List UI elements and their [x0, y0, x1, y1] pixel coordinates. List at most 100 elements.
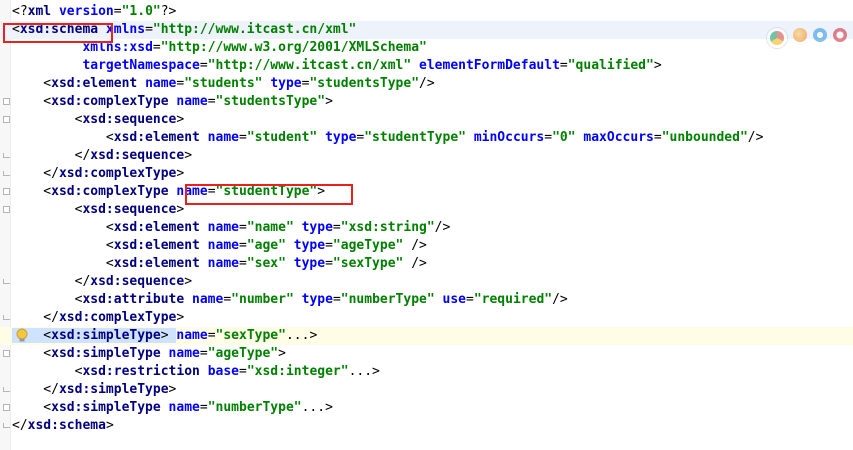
code-line[interactable]: <xsd:simpleType name="numberType"...> [0, 399, 853, 417]
code-token: "ageType" [207, 346, 279, 361]
code-token: xsd:simpleType [51, 346, 169, 361]
code-line[interactable]: <xsd:complexType name="studentsType"> [0, 93, 853, 111]
code-line[interactable]: <xsd:simpleType> name="sexType"...> [0, 327, 853, 345]
code-token: "studentsType" [309, 76, 420, 91]
code-token: = [325, 256, 333, 271]
code-token: xsd:attribute [82, 292, 193, 307]
code-token: = [238, 130, 247, 145]
code-token: > [168, 382, 177, 397]
code-token: ...> [285, 328, 318, 343]
code-token: = [223, 292, 232, 307]
code-token: xml [27, 4, 59, 19]
code-line[interactable]: <xsd:element name="student" type="studen… [0, 129, 853, 147]
code-token: < [12, 238, 114, 253]
code-line[interactable]: <xsd:restriction base="xsd:integer"...> [0, 363, 853, 381]
code-line[interactable]: <xsd:simpleType name="ageType"> [0, 345, 853, 363]
code-line[interactable]: <xsd:element name="name" type="xsd:strin… [0, 219, 853, 237]
code-token: xsd:simpleType [58, 382, 169, 397]
code-token: name [168, 400, 200, 415]
code-token: xsd:sequence [82, 202, 177, 217]
code-token: < [12, 112, 83, 127]
code-token: "xsd:string" [340, 220, 435, 235]
code-token: ?> [160, 4, 177, 19]
code-token: </ [12, 166, 59, 181]
code-token: /> [403, 256, 427, 271]
code-line[interactable]: </xsd:complexType> [0, 165, 853, 183]
code-token: targetNamespace [82, 58, 200, 73]
code-token: "unbounded" [661, 130, 748, 145]
code-token: < [12, 220, 114, 235]
code-line[interactable]: </xsd:sequence> [0, 147, 853, 165]
code-token: name [176, 94, 208, 109]
code-token: = [199, 58, 208, 73]
code-token: = [199, 400, 208, 415]
code-token: use [442, 292, 466, 307]
code-line[interactable]: xmlns:xsd="http://www.w3.org/2001/XMLSch… [0, 39, 853, 57]
code-token: xsd:schema [27, 418, 106, 433]
code-token: = [238, 256, 247, 271]
code-line[interactable]: <xsd:sequence> [0, 111, 853, 129]
code-line[interactable]: </xsd:sequence> [0, 273, 853, 291]
code-token: name [176, 328, 208, 343]
code-token: > [653, 58, 662, 73]
code-line[interactable]: </xsd:complexType> [0, 309, 853, 327]
code-token: /> [747, 130, 764, 145]
code-line[interactable]: <xsd:complexType name="studentType"> [0, 183, 853, 201]
code-line[interactable]: </xsd:schema> [0, 417, 853, 435]
opera-icon[interactable] [833, 28, 847, 42]
code-editor[interactable]: <?xml version="1.0"?> <xsd:schema xmlns="… [0, 0, 853, 450]
code-token: ...> [301, 400, 333, 415]
code-token: name [207, 220, 239, 235]
code-token: "qualified" [567, 58, 654, 73]
code-line[interactable]: <?xml version="1.0"?> [0, 3, 853, 21]
code-token: < [12, 130, 114, 145]
code-line[interactable]: <xsd:sequence> [0, 201, 853, 219]
code-token: "studentsType" [215, 94, 326, 109]
code-token: > [160, 328, 177, 343]
code-token: = [559, 58, 568, 73]
code-token: xsd:element [113, 238, 208, 253]
code-token: <? [12, 4, 28, 19]
code-line[interactable]: <xsd:element name="students" type="stude… [0, 75, 853, 93]
code-token: type [301, 292, 333, 307]
code-line[interactable]: </xsd:simpleType> [0, 381, 853, 399]
code-token: xsd:element [113, 220, 208, 235]
code-token: name [207, 256, 239, 271]
code-token: xsd:complexType [58, 310, 177, 325]
code-token: xsd:element [113, 256, 208, 271]
highlight-box-schema [3, 23, 113, 43]
code-token: < [12, 364, 83, 379]
code-line[interactable]: targetNamespace="http://www.itcast.cn/xm… [0, 57, 853, 75]
code-line[interactable]: <xsd:element name="age" type="ageType" /… [0, 237, 853, 255]
code-line[interactable]: <xsd:element name="sex" type="sexType" /… [0, 255, 853, 273]
lightbulb-icon[interactable] [15, 328, 29, 344]
code-line[interactable]: <xsd:attribute name="number" type="numbe… [0, 291, 853, 309]
chrome-icon[interactable] [767, 28, 787, 48]
code-line[interactable]: <xsd:schema xmlns="http://www.itcast.cn/… [0, 21, 853, 39]
firefox-icon[interactable] [793, 28, 807, 42]
code-token: xsd:complexType [51, 184, 177, 199]
code-token: = [466, 292, 474, 307]
code-token: name [192, 292, 224, 307]
code-token: < [12, 184, 52, 199]
code-token: xsd:element [51, 76, 146, 91]
code-token: /> [552, 292, 568, 307]
code-token: < [12, 256, 114, 271]
code-token: > [184, 274, 193, 289]
code-token: "ageType" [332, 238, 404, 253]
code-token: "students" [184, 76, 263, 91]
code-token: = [145, 22, 153, 37]
code-token: xsd:complexType [51, 94, 177, 109]
highlight-box-studentType [185, 184, 353, 205]
code-token: = [544, 130, 553, 145]
code-token: xsd:simpleType [51, 400, 169, 415]
code-token: "1.0" [121, 4, 161, 19]
code-token: > [325, 94, 333, 109]
ie-icon[interactable] [813, 28, 827, 42]
code-token: xsd:element [113, 130, 208, 145]
